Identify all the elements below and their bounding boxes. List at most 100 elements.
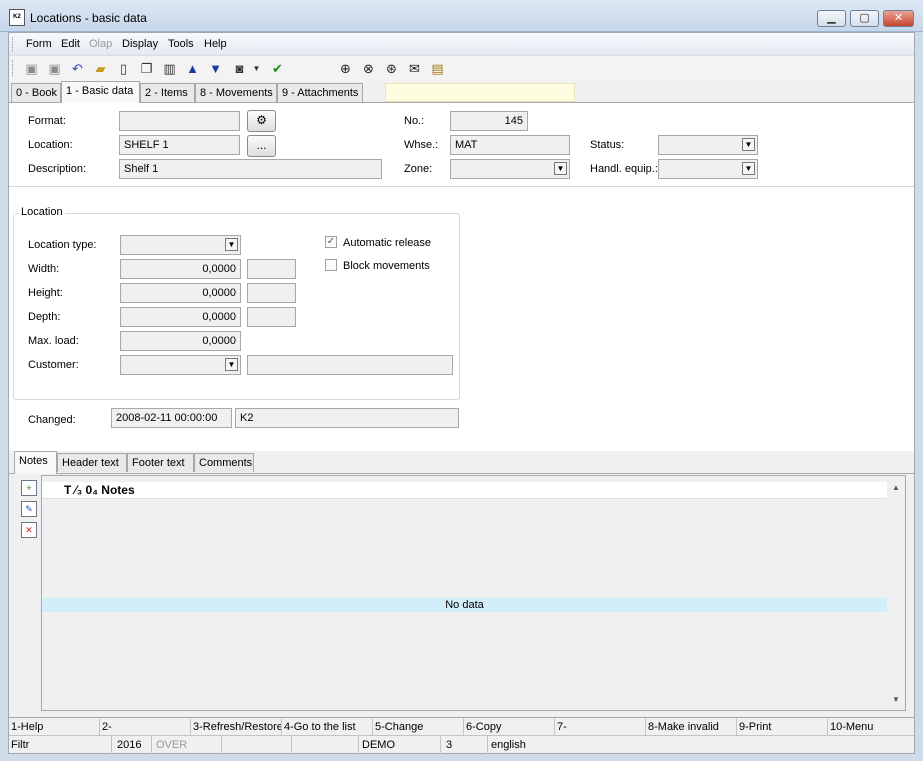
location-field[interactable]: SHELF 1 (119, 135, 240, 155)
arrow-up-icon[interactable]: ▲ (184, 60, 201, 77)
location-browse-button[interactable]: ... (247, 135, 276, 157)
menu-form[interactable]: Form (26, 38, 52, 50)
fkey-10[interactable]: 10-Menu (828, 718, 914, 736)
changed-date-field[interactable]: 2008-02-11 00:00:00 (111, 408, 232, 428)
menu-olap[interactable]: Olap (89, 38, 112, 50)
notes-column-header[interactable]: T ⁄₃ 0₄ Notes (42, 482, 887, 499)
notes-grid: T ⁄₃ 0₄ Notes No data ▲ ▼ (41, 475, 906, 711)
tab-comments[interactable]: Comments (194, 453, 254, 472)
height-unit-field[interactable] (247, 283, 296, 303)
handl-equip-label: Handl. equip.: (590, 163, 658, 175)
format-field[interactable] (119, 111, 240, 131)
binoculars-icon[interactable]: ⊕ (337, 60, 354, 77)
location-group: Location Location type: ▼ Width: 0,0000 … (13, 206, 460, 400)
tab-header-text[interactable]: Header text (57, 453, 127, 472)
fkey-1[interactable]: 1-Help (9, 718, 100, 736)
notes-tabs: Notes Header text Footer text Comments (9, 451, 914, 474)
menu-display[interactable]: Display (122, 38, 158, 50)
fkey-8[interactable]: 8-Make invalid (646, 718, 737, 736)
tab-footer-text[interactable]: Footer text (127, 453, 194, 472)
chevron-down-icon[interactable]: ▼ (225, 358, 238, 371)
changed-user-field[interactable]: K2 (235, 408, 459, 428)
depth-field[interactable]: 0,0000 (120, 307, 241, 327)
undo-icon[interactable]: ↶ (69, 60, 86, 77)
width-field[interactable]: 0,0000 (120, 259, 241, 279)
open-folder-icon[interactable]: ▰ (92, 60, 109, 77)
scroll-up-icon[interactable]: ▲ (892, 483, 900, 492)
copy-document-icon[interactable]: ❐ (138, 60, 155, 77)
delete-note-icon[interactable]: ✕ (21, 522, 37, 538)
new-document-icon[interactable]: ▯ (115, 60, 132, 77)
maximize-icon: ▢ (859, 12, 870, 24)
description-field[interactable]: Shelf 1 (119, 159, 382, 179)
customer-name-field[interactable] (247, 355, 453, 375)
status-combo[interactable]: ▼ (658, 135, 758, 155)
max-load-label: Max. load: (28, 335, 79, 347)
book-icon[interactable]: ▥ (161, 60, 178, 77)
tab-movements[interactable]: 8 - Movements (195, 83, 277, 102)
customer-combo[interactable]: ▼ (120, 355, 241, 375)
menu-edit[interactable]: Edit (61, 38, 80, 50)
minimize-button[interactable]: ▁ (817, 10, 846, 27)
whse-field[interactable]: MAT (450, 135, 570, 155)
chevron-down-icon[interactable]: ▼ (742, 138, 755, 151)
fkey-7[interactable]: 7- (555, 718, 646, 736)
tab-attachments[interactable]: 9 - Attachments (277, 83, 363, 102)
menu-tools[interactable]: Tools (168, 38, 194, 50)
fkey-4[interactable]: 4-Go to the list (282, 718, 373, 736)
close-button[interactable]: ✕ (883, 10, 914, 27)
tab-notes[interactable]: Notes (14, 451, 57, 474)
status-number: 3 (441, 736, 488, 754)
handl-equip-combo[interactable]: ▼ (658, 159, 758, 179)
status-language: english (491, 739, 526, 751)
envelope-icon[interactable]: ✉ (406, 60, 423, 77)
changed-label: Changed: (28, 414, 76, 426)
location-type-label: Location type: (28, 239, 97, 251)
tab-items[interactable]: 2 - Items (140, 83, 195, 102)
width-label: Width: (28, 263, 60, 275)
camera-icon[interactable]: ◙ (231, 60, 248, 77)
notepad-icon[interactable]: ▤ (429, 60, 446, 77)
location-type-combo[interactable]: ▼ (120, 235, 241, 255)
menu-help[interactable]: Help (204, 38, 227, 50)
close-icon: ✕ (893, 12, 904, 24)
format-settings-button[interactable]: ⚙ (247, 110, 276, 132)
width-unit-field[interactable] (247, 259, 296, 279)
depth-unit-field[interactable] (247, 307, 296, 327)
automatic-release-label: Automatic release (343, 237, 432, 249)
automatic-release-checkbox[interactable]: ✓ (325, 236, 337, 248)
arrow-down-icon[interactable]: ▼ (207, 60, 224, 77)
fkey-6[interactable]: 6-Copy (464, 718, 555, 736)
zone-combo[interactable]: ▼ (450, 159, 570, 179)
filter-check-icon[interactable]: ✔ (269, 60, 286, 77)
fkey-5[interactable]: 5-Change (373, 718, 464, 736)
max-load-field[interactable]: 0,0000 (120, 331, 241, 351)
status-year: 2016 (112, 736, 152, 754)
edit-note-icon[interactable]: ✎ (21, 501, 37, 517)
tab-book[interactable]: 0 - Book (11, 83, 61, 102)
fkey-9[interactable]: 9-Print (737, 718, 828, 736)
dropdown-arrow-icon[interactable]: ▼ (252, 60, 261, 77)
no-field[interactable]: 145 (450, 111, 528, 131)
fkey-2[interactable]: 2- (100, 718, 191, 736)
height-field[interactable]: 0,0000 (120, 283, 241, 303)
block-movements-checkbox[interactable] (325, 259, 337, 271)
zone-label: Zone: (404, 163, 433, 175)
chevron-down-icon[interactable]: ▼ (742, 162, 755, 175)
scroll-down-icon[interactable]: ▼ (892, 695, 900, 704)
block-movements-label: Block movements (343, 260, 430, 272)
status-mode: OVER (152, 736, 222, 754)
binoculars-filter-icon[interactable]: ⊛ (383, 60, 400, 77)
notes-scrollbar[interactable]: ▲ ▼ (888, 476, 905, 710)
add-note-icon[interactable]: + (21, 480, 37, 496)
chevron-down-icon[interactable]: ▼ (225, 238, 238, 251)
function-key-bar: 1-Help 2- 3-Refresh/Restore 4-Go to the … (9, 717, 914, 736)
binoculars-next-icon[interactable]: ⊗ (360, 60, 377, 77)
save-as-icon[interactable]: ▣ (46, 60, 63, 77)
maximize-button[interactable]: ▢ (850, 10, 879, 27)
save-icon[interactable]: ▣ (23, 60, 40, 77)
fkey-3[interactable]: 3-Refresh/Restore (191, 718, 282, 736)
chevron-down-icon[interactable]: ▼ (554, 162, 567, 175)
tab-basic-data[interactable]: 1 - Basic data (61, 81, 140, 103)
location-label: Location: (28, 139, 73, 151)
